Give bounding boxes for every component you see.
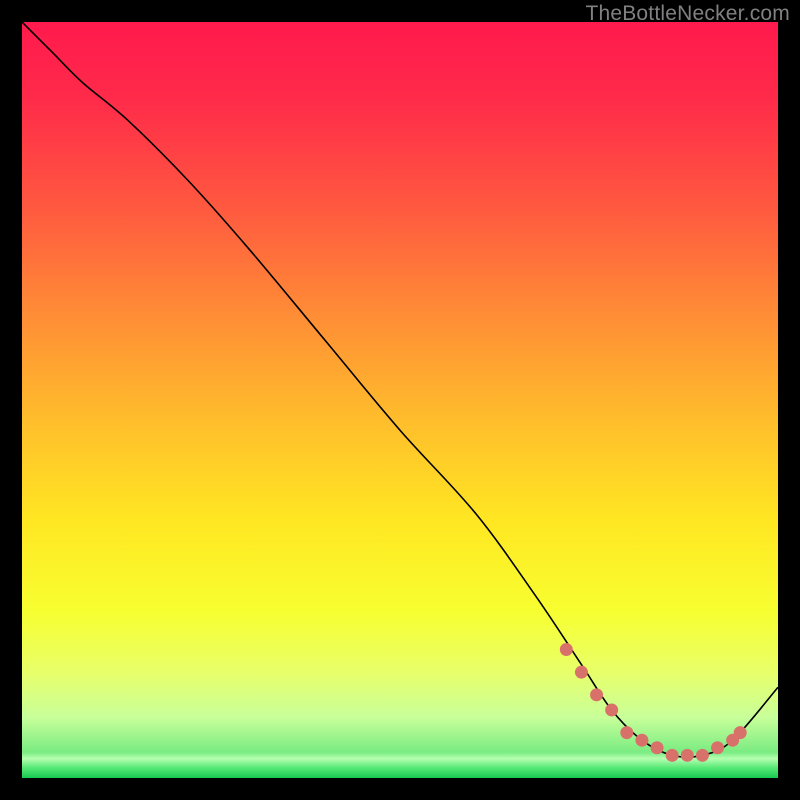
marker-point	[681, 749, 694, 762]
marker-point	[666, 749, 679, 762]
marker-point	[651, 741, 664, 754]
chart-frame: TheBottleNecker.com	[0, 0, 800, 800]
marker-point	[711, 741, 724, 754]
marker-point	[635, 734, 648, 747]
watermark: TheBottleNecker.com	[585, 2, 790, 26]
marker-point	[696, 749, 709, 762]
marker-point	[560, 643, 573, 656]
marker-point	[575, 666, 588, 679]
marker-point	[605, 703, 618, 716]
marker-point	[620, 726, 633, 739]
plot-area	[22, 22, 778, 778]
highlighted-range-markers	[22, 22, 778, 778]
marker-point	[590, 688, 603, 701]
marker-point	[734, 726, 747, 739]
